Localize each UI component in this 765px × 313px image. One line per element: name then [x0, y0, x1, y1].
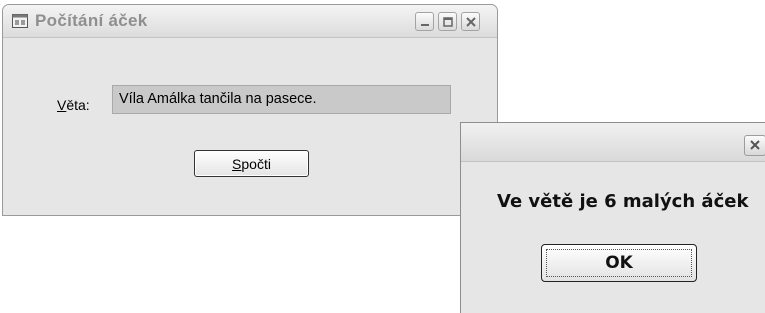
- count-button-label: počti: [241, 155, 271, 172]
- minimize-button[interactable]: [415, 12, 434, 31]
- sentence-label: Věta:: [57, 97, 90, 113]
- count-button[interactable]: Spočti: [194, 150, 309, 177]
- close-icon: [750, 140, 760, 150]
- window-title: Počítání áček: [35, 11, 148, 30]
- count-button-mnemonic: S: [232, 155, 242, 172]
- ok-button[interactable]: OK: [541, 244, 697, 282]
- minimize-icon: [421, 24, 429, 26]
- message-box-close-button[interactable]: [744, 135, 765, 156]
- window-app-icon: [12, 13, 28, 29]
- message-text: Ve větě je 6 malých áček: [497, 191, 749, 212]
- message-box: Ve větě je 6 malých áček OK: [460, 122, 765, 313]
- main-window: Počítání áček Věta: Víla Amálka tančila …: [2, 4, 498, 216]
- close-icon: [466, 17, 476, 27]
- maximize-icon: [443, 17, 453, 27]
- maximize-button[interactable]: [438, 12, 457, 31]
- focus-rectangle: [546, 249, 692, 277]
- sentence-label-mnemonic: V: [57, 97, 67, 113]
- title-bar[interactable]: Počítání áček: [3, 5, 497, 38]
- close-button[interactable]: [461, 12, 480, 31]
- sentence-label-text: ěta:: [66, 97, 90, 113]
- message-box-title-bar[interactable]: [461, 123, 765, 162]
- sentence-input[interactable]: Víla Amálka tančila na pasece.: [112, 85, 451, 114]
